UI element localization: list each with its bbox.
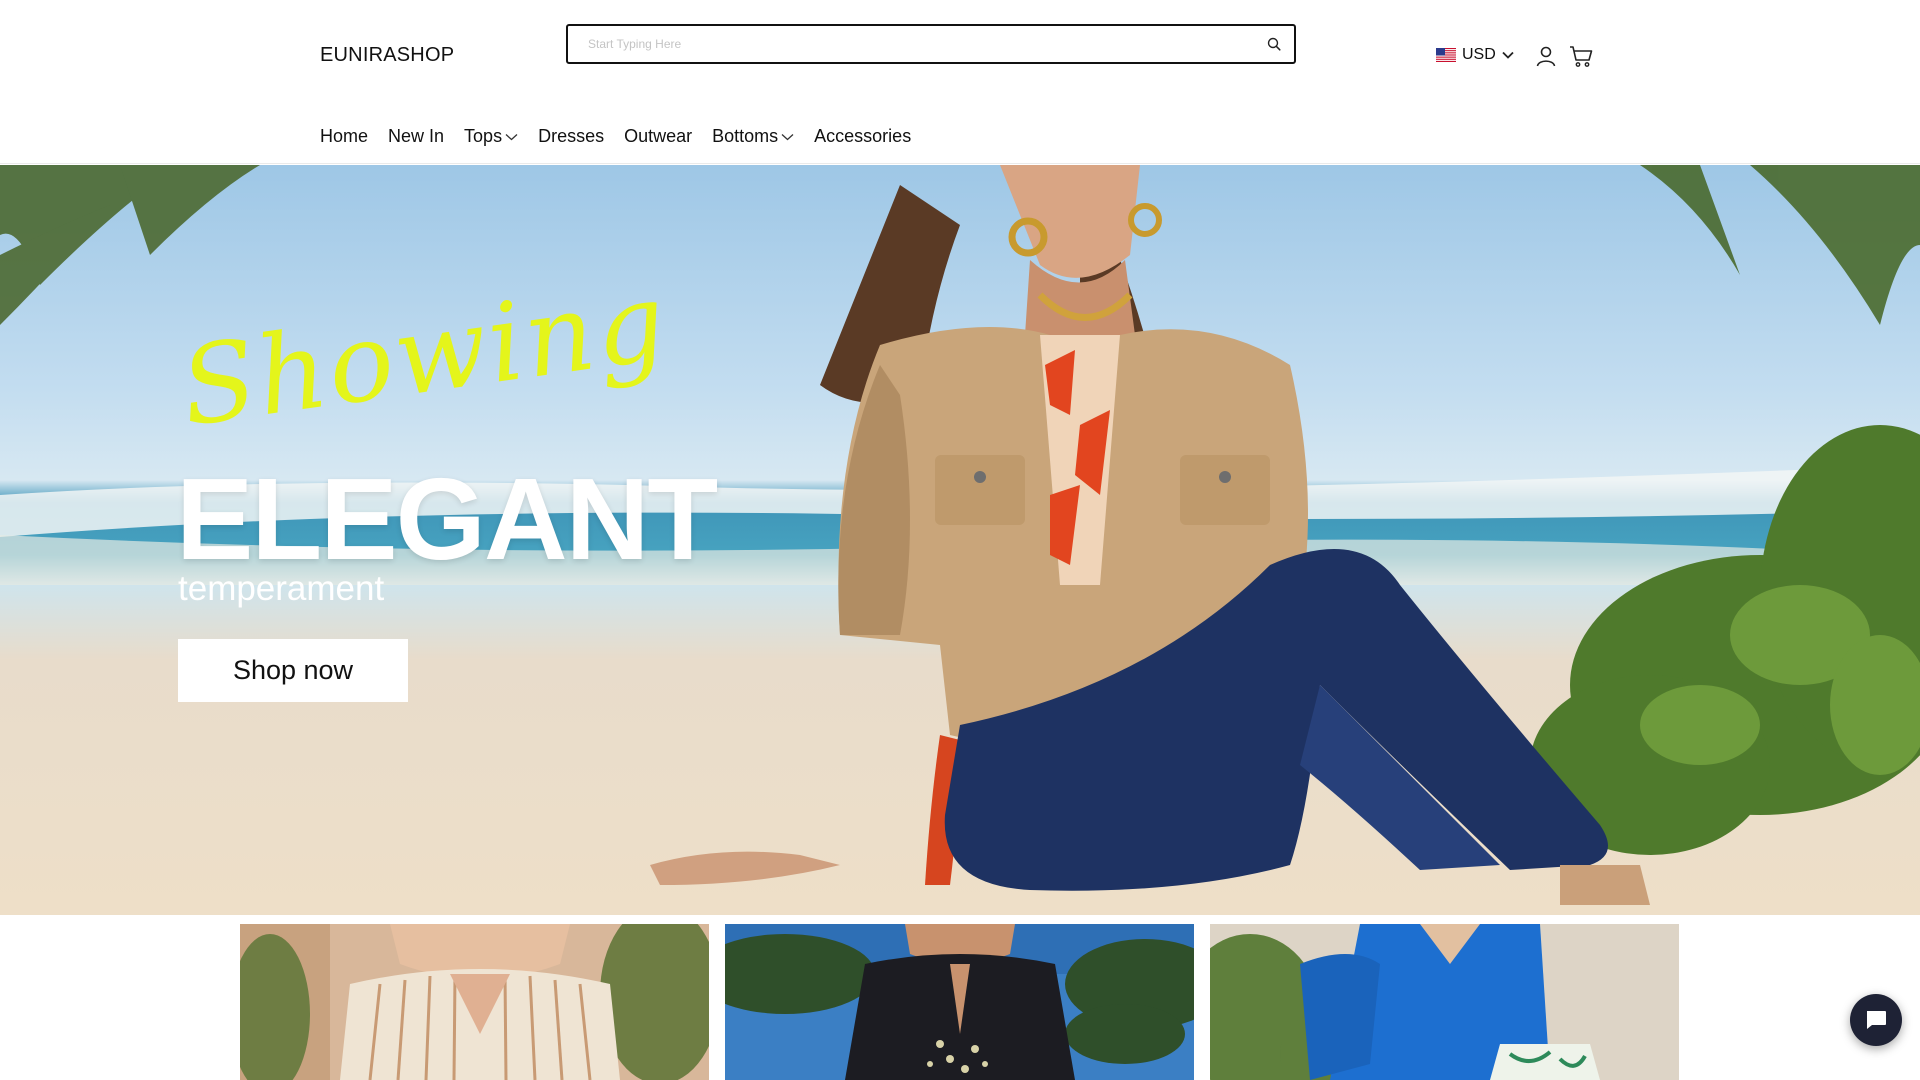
nav-item-label: New In (388, 126, 445, 146)
nav-item-tops[interactable]: Tops (464, 126, 518, 147)
us-flag-icon (1436, 48, 1456, 62)
nav-item-label: Tops (464, 126, 503, 146)
nav-item-label: Outwear (624, 126, 693, 146)
nav-item-dresses[interactable]: Dresses (538, 126, 604, 147)
hero-title: ELEGANT (176, 454, 718, 584)
striped-shirt-tile[interactable] (240, 924, 709, 1080)
blue-blouse-tile[interactable] (1210, 924, 1679, 1080)
cart-icon[interactable] (1568, 44, 1594, 68)
main-nav: Home New In Tops Dresses Outwear Bottoms… (320, 126, 911, 147)
hero-banner[interactable]: Showing ELEGANT temperament Shop now (0, 165, 1920, 915)
search-button[interactable] (1254, 26, 1294, 62)
nav-item-bottoms[interactable]: Bottoms (712, 126, 794, 147)
search-bar (566, 24, 1296, 64)
site-logo[interactable]: EUNIRASHOP (320, 44, 454, 67)
nav-item-new-in[interactable]: New In (388, 126, 444, 147)
chevron-down-icon (1502, 51, 1514, 59)
chat-icon (1867, 1011, 1886, 1029)
nav-item-label: Accessories (814, 126, 912, 146)
shop-now-button[interactable]: Shop now (178, 639, 408, 702)
currency-label: USD (1462, 46, 1496, 63)
tile-image (240, 924, 709, 1080)
nav-item-label: Dresses (538, 126, 605, 146)
search-input[interactable] (568, 26, 1254, 62)
hero-subtitle: temperament (178, 569, 385, 608)
tile-image (725, 924, 1194, 1080)
chat-button[interactable] (1850, 994, 1902, 1046)
embroidered-black-top-tile[interactable] (725, 924, 1194, 1080)
chevron-down-icon (781, 133, 794, 140)
chevron-down-icon (505, 133, 518, 140)
currency-selector[interactable]: USD (1436, 46, 1514, 64)
tile-image (1210, 924, 1679, 1080)
nav-item-accessories[interactable]: Accessories (814, 126, 911, 147)
search-icon (1267, 37, 1281, 51)
nav-item-outwear[interactable]: Outwear (624, 126, 692, 147)
category-tiles (240, 924, 1679, 1080)
nav-item-home[interactable]: Home (320, 126, 368, 147)
nav-item-label: Bottoms (712, 126, 779, 146)
site-header: EUNIRASHOP USD (0, 0, 1920, 164)
user-icon[interactable] (1534, 44, 1558, 68)
nav-item-label: Home (320, 126, 369, 146)
